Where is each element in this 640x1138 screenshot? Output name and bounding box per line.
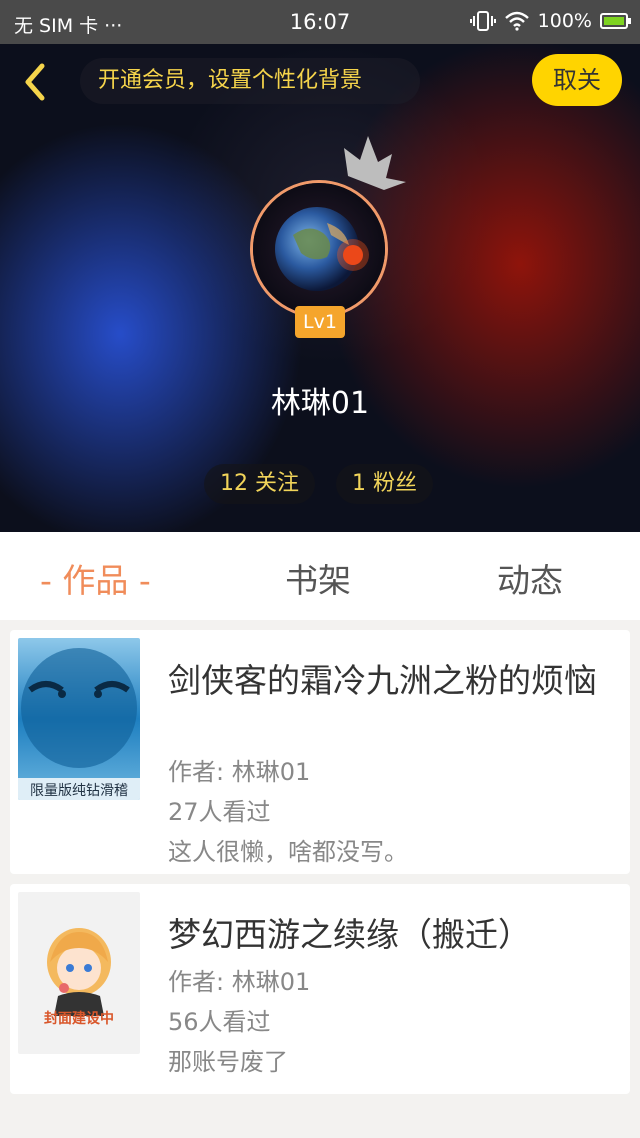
- username: 林琳01: [270, 386, 370, 421]
- list-item[interactable]: 限量版纯钻滑稽 剑侠客的霜冷九洲之粉的烦恼 作者: 林琳01 27人看过 这人很…: [10, 630, 630, 874]
- battery-percent: 100%: [537, 10, 592, 32]
- tab-works[interactable]: - 作品 -: [40, 554, 151, 602]
- followers-count[interactable]: 1 粉丝: [336, 464, 433, 504]
- unfollow-button[interactable]: 取关: [532, 54, 622, 106]
- level-badge: Lv1: [295, 306, 345, 338]
- cover-image: [18, 638, 140, 800]
- tab-activity[interactable]: 动态: [497, 554, 563, 602]
- status-bar: 无 SIM 卡 ··· 16:07 100%: [0, 0, 640, 44]
- list-item[interactable]: 封面建设中 梦幻西游之续缘（搬迁） 作者: 林琳01 56人看过 那账号废了: [10, 884, 630, 1094]
- work-description: 那账号废了: [168, 1048, 288, 1076]
- work-author: 作者: 林琳01: [168, 758, 311, 786]
- planet-avatar-image: [253, 183, 385, 315]
- wifi-icon: [504, 11, 529, 31]
- work-title[interactable]: 梦幻西游之续缘（搬迁）: [168, 908, 531, 956]
- work-title[interactable]: 剑侠客的霜冷九洲之粉的烦恼: [168, 654, 597, 702]
- book-cover[interactable]: 限量版纯钻滑稽: [18, 638, 140, 800]
- profile-tabs: - 作品 - 书架 动态: [0, 532, 640, 620]
- vip-background-promo[interactable]: 开通会员，设置个性化背景: [80, 58, 420, 104]
- work-views: 56人看过: [168, 1008, 271, 1036]
- crown-icon: [344, 136, 406, 190]
- battery-icon: [600, 13, 631, 29]
- following-count[interactable]: 12 关注: [204, 464, 315, 504]
- avatar[interactable]: [250, 180, 388, 318]
- cover-caption: 限量版纯钻滑稽: [30, 783, 128, 799]
- book-cover[interactable]: 封面建设中: [18, 892, 140, 1054]
- profile-header: 开通会员，设置个性化背景 取关 Lv1 林琳01 12 关注 1 粉丝: [0, 44, 640, 532]
- work-views: 27人看过: [168, 798, 271, 826]
- vibrate-icon: [469, 11, 496, 31]
- work-author: 作者: 林琳01: [168, 968, 311, 996]
- work-description: 这人很懒，啥都没写。: [168, 838, 408, 866]
- cover-caption: 封面建设中: [44, 1011, 114, 1027]
- tab-bookshelf[interactable]: 书架: [285, 554, 351, 602]
- status-icons: 100%: [469, 10, 631, 32]
- back-arrow-icon[interactable]: [18, 60, 54, 104]
- anime-girl-cover-image: [47, 928, 111, 1016]
